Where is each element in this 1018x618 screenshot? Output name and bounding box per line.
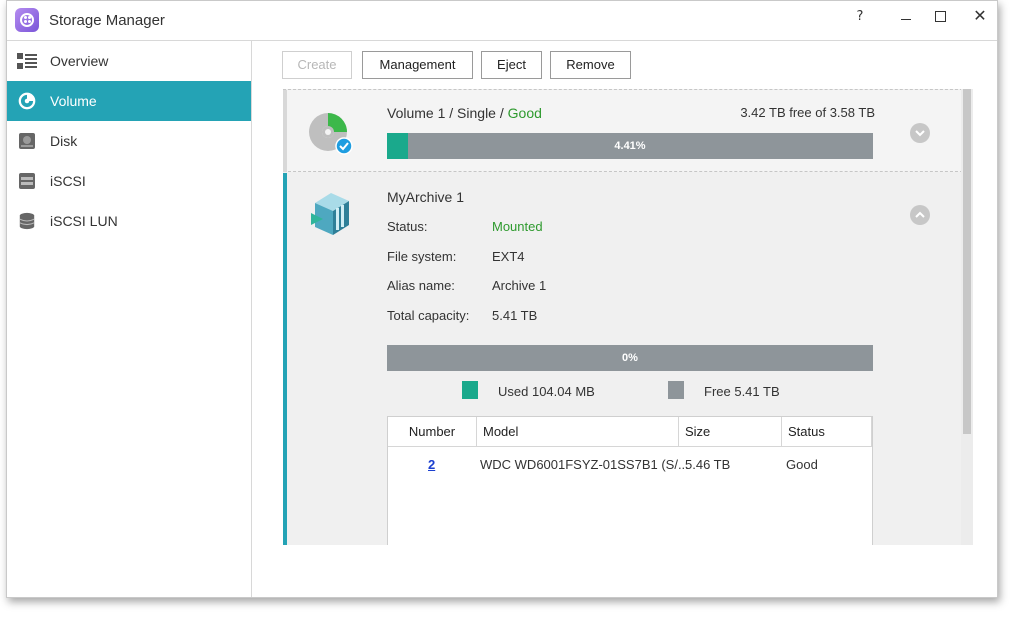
file-system-value: EXT4 [492,249,525,264]
sidebar: Overview Volume Disk iSCSI iSCSI LUN [7,41,252,597]
disk-status: Good [786,457,818,472]
volume-disc-icon [309,113,353,155]
sidebar-item-iscsi-lun[interactable]: iSCSI LUN [7,201,251,241]
status-label: Status: [387,219,428,234]
disk-icon [19,133,35,149]
sidebar-item-overview[interactable]: Overview [7,41,251,81]
archive-usage-bar: 0% [387,345,873,371]
alias-name-value: Archive 1 [492,278,547,293]
expand-button[interactable] [910,123,930,143]
sidebar-item-label: iSCSI [50,173,86,189]
volume-type: Single [457,105,496,121]
disk-size: 5.46 TB [685,457,731,472]
column-header-model[interactable]: Model [477,417,679,447]
scrollbar[interactable] [961,89,973,545]
disk-model: WDC WD6001FSYZ-01SS7B1 (S/... [480,457,689,472]
storage-manager-app-icon [15,8,39,32]
chevron-down-icon [915,130,925,137]
volume-icon [18,92,36,110]
selected-indicator [283,173,287,545]
total-capacity-value: 5.41 TB [492,308,538,323]
archive-card[interactable]: MyArchive 1 Status: Mounted File system:… [283,173,973,545]
used-legend-label: Used 104.04 MB [498,384,595,399]
column-header-status[interactable]: Status [782,417,872,447]
iscsi-icon [19,173,35,189]
overview-icon [17,53,37,69]
sidebar-item-label: Overview [50,53,109,69]
disk-table: Number Model Size Status 2 WDC WD6001FSY… [387,416,873,545]
volume-name: Volume 1 [387,105,446,121]
volume-status: Good [507,105,542,121]
iscsi-lun-icon [19,212,35,230]
maximize-icon [935,11,946,22]
window-title: Storage Manager [49,12,165,29]
table-header: Number Model Size Status [388,417,872,447]
column-header-size[interactable]: Size [679,417,782,447]
archive-icon [311,193,349,235]
title-bar: Storage Manager ? ✕ [7,1,997,41]
sidebar-item-iscsi[interactable]: iSCSI [7,161,251,201]
volume-list: Volume 1 / Single / Good 3.42 TB free of… [283,89,973,545]
storage-manager-window: Storage Manager ? ✕ Overview Volume Disk… [6,0,998,598]
disk-number-link[interactable]: 2 [428,457,435,472]
free-legend-swatch [668,381,684,399]
close-button[interactable]: ✕ [967,7,993,27]
main-content: Create Management Eject Remove Volume 1 … [253,41,997,597]
create-button[interactable]: Create [282,51,352,79]
scrollbar-thumb[interactable] [963,89,971,434]
sidebar-item-label: Volume [50,93,97,109]
sidebar-item-label: iSCSI LUN [50,213,118,229]
help-button[interactable]: ? [847,7,873,27]
used-legend-swatch [462,381,478,399]
volume-usage-label: 4.41% [614,140,646,152]
maximize-button[interactable] [927,7,953,27]
volume-free-space: 3.42 TB free of 3.58 TB [740,105,875,120]
archive-title: MyArchive 1 [387,189,465,205]
chevron-up-icon [915,211,925,218]
column-header-number[interactable]: Number [388,417,477,447]
file-system-label: File system: [387,249,457,264]
management-button[interactable]: Management [362,51,473,79]
alias-name-label: Alias name: [387,278,455,293]
sidebar-item-disk[interactable]: Disk [7,121,251,161]
volume-title: Volume 1 / Single / Good [387,105,542,121]
sidebar-item-volume[interactable]: Volume [7,81,251,121]
archive-usage-label: 0% [622,352,638,364]
status-value: Mounted [492,219,543,234]
sidebar-item-label: Disk [50,133,78,149]
minimize-button[interactable] [893,7,919,27]
title-separator: / [495,105,508,121]
collapse-button[interactable] [910,205,930,225]
free-legend-label: Free 5.41 TB [704,384,780,399]
volume-usage-bar: 4.41% [387,133,873,159]
remove-button[interactable]: Remove [550,51,631,79]
volume-card[interactable]: Volume 1 / Single / Good 3.42 TB free of… [283,90,973,172]
title-separator: / [445,105,458,121]
minimize-icon [901,19,911,20]
total-capacity-label: Total capacity: [387,308,470,323]
eject-button[interactable]: Eject [481,51,542,79]
